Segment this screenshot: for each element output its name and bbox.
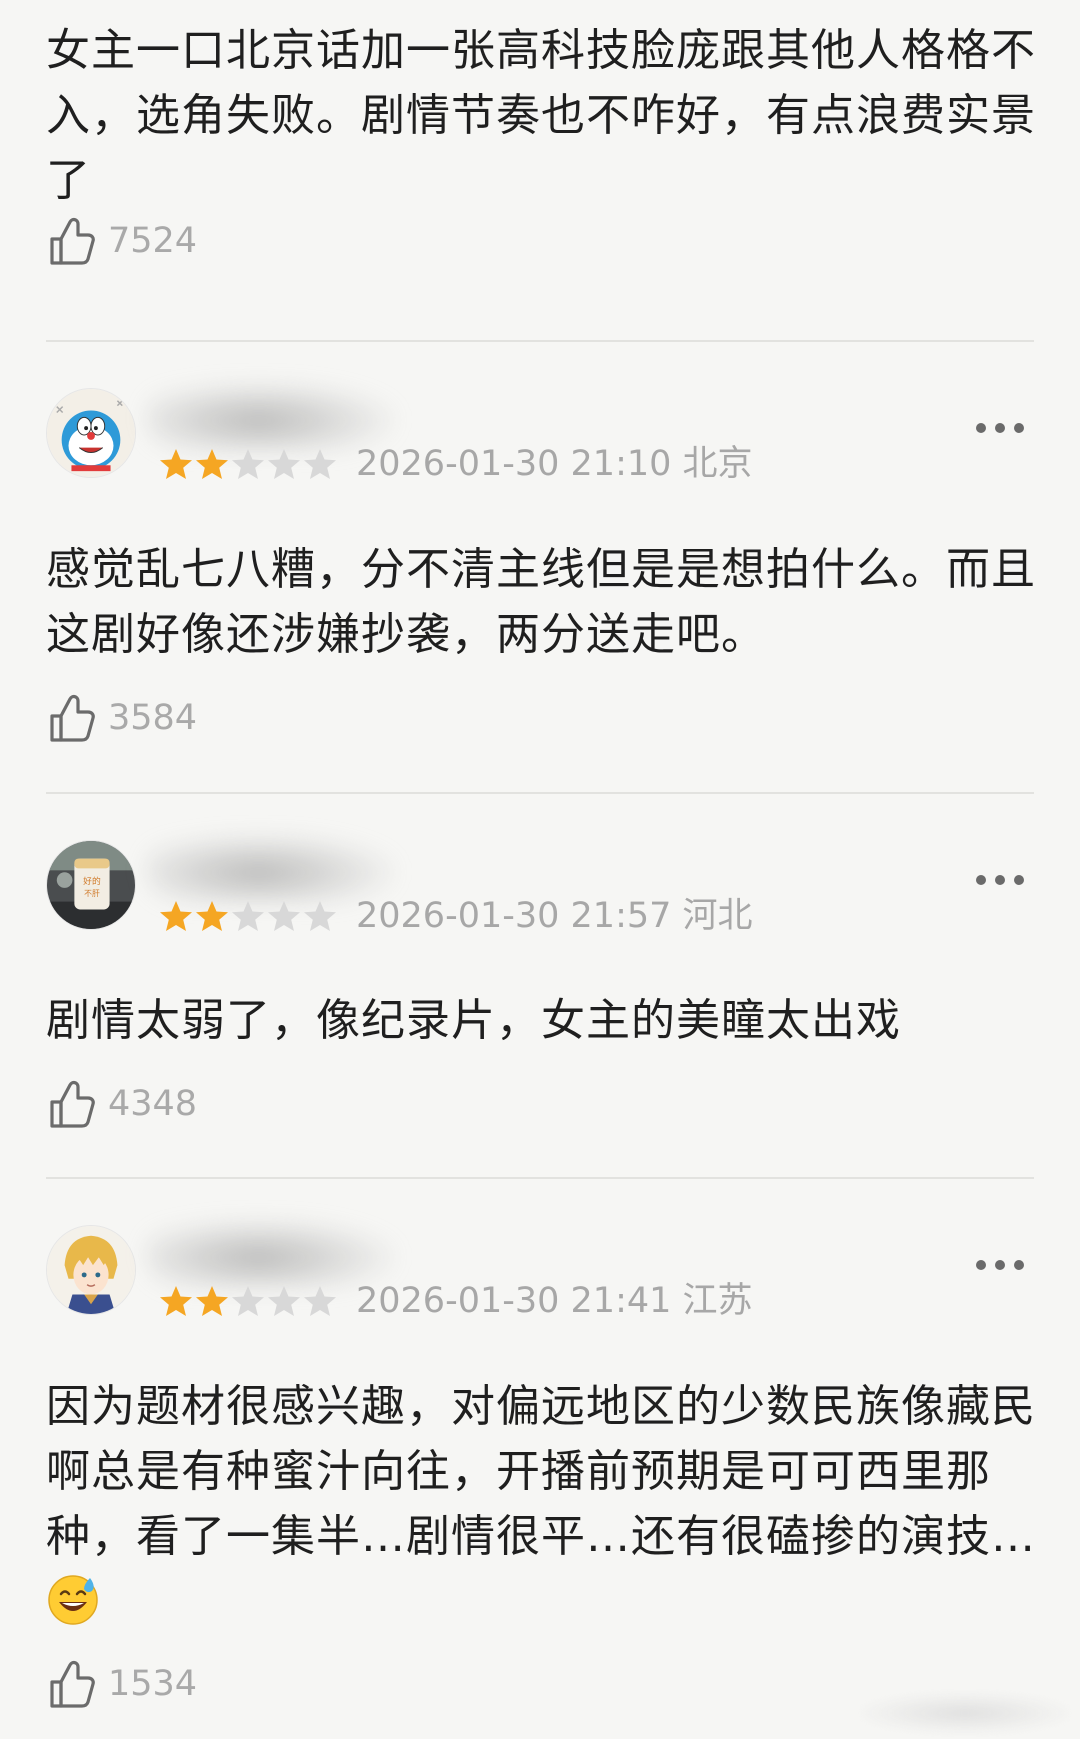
- star-empty-icon: [232, 1286, 264, 1316]
- svg-text:好的: 好的: [83, 875, 101, 887]
- comment-header: 2026-01-30 21:41 江苏: [46, 1219, 1034, 1325]
- comment-header: 2026-01-30 21:10 北京: [46, 382, 1034, 488]
- star-empty-icon: [304, 449, 336, 479]
- thumbs-up-icon: [50, 694, 95, 742]
- comment-header: 好的 不肝 2026-01-30 21:57 河北: [46, 834, 1034, 940]
- divider: [46, 1177, 1034, 1179]
- watermark-redaction: [860, 1693, 1070, 1733]
- comment-meta: 2026-01-30 21:57 河北: [356, 896, 753, 936]
- star-filled-icon: [196, 901, 228, 931]
- photo-avatar: 好的 不肝: [47, 841, 135, 929]
- avatar[interactable]: 好的 不肝: [46, 840, 136, 930]
- star-filled-icon: [160, 901, 192, 931]
- username[interactable]: [156, 844, 366, 890]
- thumbs-up-icon: [50, 1080, 95, 1128]
- username[interactable]: [156, 1229, 366, 1275]
- star-filled-icon: [160, 449, 192, 479]
- avatar[interactable]: [46, 388, 136, 478]
- star-rating: [158, 1283, 338, 1319]
- avatar[interactable]: [46, 1225, 136, 1315]
- username[interactable]: [156, 392, 366, 438]
- doraemon-avatar: [47, 389, 135, 477]
- star-empty-icon: [268, 449, 300, 479]
- thumbs-up-icon: [50, 217, 95, 265]
- like-count: 3584: [108, 698, 198, 738]
- star-filled-icon: [196, 1286, 228, 1316]
- svg-text:不肝: 不肝: [84, 889, 100, 898]
- star-rating: [158, 898, 338, 934]
- divider: [46, 792, 1034, 794]
- like-count: 1534: [108, 1664, 198, 1704]
- like-button[interactable]: 1534: [46, 1656, 197, 1712]
- thumbs-up-icon: [50, 1660, 95, 1708]
- star-empty-icon: [304, 1286, 336, 1316]
- more-dots-icon[interactable]: [976, 420, 1024, 436]
- comment-meta: 2026-01-30 21:41 江苏: [356, 1281, 753, 1321]
- star-empty-icon: [268, 1286, 300, 1316]
- like-button[interactable]: 3584: [46, 690, 197, 746]
- star-empty-icon: [232, 449, 264, 479]
- more-dots-icon[interactable]: [976, 1257, 1024, 1273]
- comment-meta: 2026-01-30 21:10 北京: [356, 444, 753, 484]
- star-filled-icon: [160, 1286, 192, 1316]
- divider: [46, 340, 1034, 342]
- like-button[interactable]: 7524: [46, 213, 197, 269]
- like-count: 7524: [108, 221, 198, 261]
- like-count: 4348: [108, 1084, 198, 1124]
- sweat-smile-emoji: [48, 1575, 98, 1625]
- comment-text: 剧情太弱了，像纪录片，女主的美瞳太出戏: [46, 995, 901, 1046]
- star-filled-icon: [196, 449, 228, 479]
- comment-text: 因为题材很感兴趣，对偏远地区的少数民族像藏民啊总是有种蜜汁向往，开播前预期是可可…: [46, 1374, 1036, 1634]
- comment-text-body: 因为题材很感兴趣，对偏远地区的少数民族像藏民啊总是有种蜜汁向往，开播前预期是可可…: [46, 1381, 1036, 1562]
- anime-avatar: [47, 1226, 135, 1314]
- star-empty-icon: [268, 901, 300, 931]
- like-button[interactable]: 4348: [46, 1076, 197, 1132]
- star-empty-icon: [304, 901, 336, 931]
- comment-text: 女主一口北京话加一张高科技脸庞跟其他人格格不入，选角失败。剧情节奏也不咋好，有点…: [46, 25, 1036, 206]
- more-dots-icon[interactable]: [976, 872, 1024, 888]
- star-rating: [158, 446, 338, 482]
- star-empty-icon: [232, 901, 264, 931]
- comment-text: 感觉乱七八糟，分不清主线但是是想拍什么。而且这剧好像还涉嫌抄袭，两分送走吧。: [46, 544, 1036, 660]
